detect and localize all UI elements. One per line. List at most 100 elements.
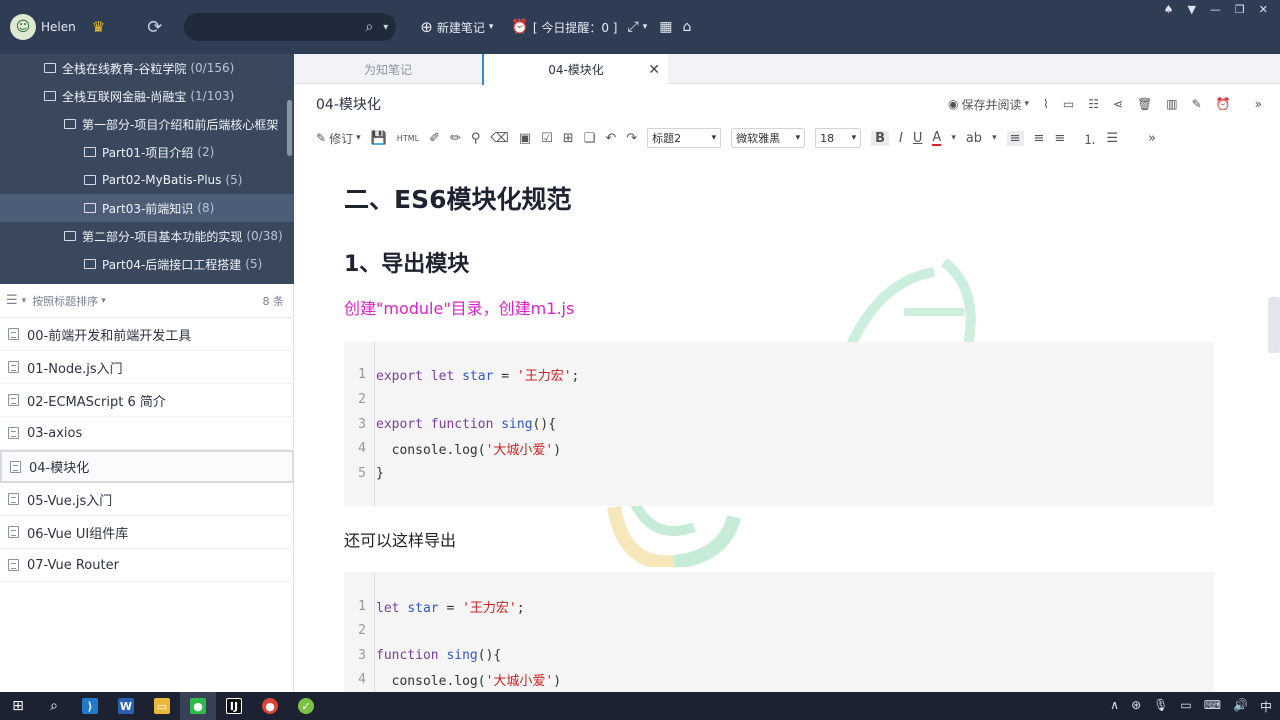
close-icon[interactable]: ✕ xyxy=(1259,3,1268,16)
pen-icon[interactable]: ✐ xyxy=(429,131,440,146)
word-icon[interactable]: W xyxy=(108,692,144,720)
code-block[interactable]: 1 export let star = '王力宏'; 2 3 export func… xyxy=(344,342,1214,506)
undo-icon[interactable]: ↶ xyxy=(605,131,616,146)
attachment-icon[interactable]: ⌇ xyxy=(1043,97,1049,111)
save-icon[interactable]: 💾 xyxy=(371,131,387,146)
note-title-input[interactable]: 04-模块化 xyxy=(316,94,381,114)
tree-item[interactable]: Part01-项目介绍 (2) xyxy=(0,138,294,166)
volume-icon[interactable]: 🔊 xyxy=(1233,698,1248,715)
tag-icon[interactable]: ✎ xyxy=(1192,97,1202,111)
intellij-icon[interactable]: IJ xyxy=(216,692,252,720)
list-item[interactable]: 01-Node.js入门 xyxy=(0,351,294,384)
save-read-button[interactable]: ◉ 保存并阅读 ▾ xyxy=(948,96,1029,113)
chevron-down-icon[interactable]: ▾ xyxy=(643,22,648,32)
search-box[interactable]: ⌕ ▾ xyxy=(184,13,397,41)
alarm-icon[interactable]: ⏰ xyxy=(1216,97,1231,111)
tree-item[interactable]: 全栈互联网金融-尚融宝 (1/103) xyxy=(0,82,294,110)
expand-icon[interactable]: ⤢ xyxy=(627,19,638,35)
chevron-down-icon[interactable]: ▾ xyxy=(383,22,388,33)
microphone-icon[interactable]: 🎙 xyxy=(1153,698,1168,715)
highlighter-icon[interactable]: ✏ xyxy=(450,131,461,146)
user-name[interactable]: Helen xyxy=(41,20,76,34)
sync-icon[interactable]: ⟳ xyxy=(147,17,162,38)
tree-item[interactable]: 第二部分-项目基本功能的实现 (0/38) xyxy=(0,222,294,250)
checkbox-icon[interactable]: ☑ xyxy=(541,131,553,146)
sort-button[interactable]: 按照标题排序 xyxy=(32,293,98,309)
chevron-down-icon[interactable]: ▾ xyxy=(101,296,106,306)
table-icon[interactable]: ⊞ xyxy=(563,131,574,146)
close-tab-icon[interactable]: ✕ xyxy=(648,62,660,78)
code-block[interactable]: 1 let star = '王力宏'; 2 3 function sing(){ 4… xyxy=(344,572,1214,692)
grid-icon[interactable]: ▦ xyxy=(659,19,672,35)
editor-content[interactable]: 二、ES6模块化规范 1、导出模块 创建"module"目录，创建m1.js 1… xyxy=(294,152,1280,692)
font-size-select[interactable]: 18 ▾ xyxy=(815,128,862,148)
search-icon[interactable]: ⌕ xyxy=(365,19,373,35)
more-icon[interactable]: » xyxy=(1255,97,1262,111)
tree-item[interactable]: 第一部分-项目介绍和前后端核心框架 xyxy=(0,110,294,138)
revise-button[interactable]: ✎ 修订 ▾ xyxy=(316,130,361,147)
paste-icon[interactable]: ❏ xyxy=(584,131,596,146)
list-item-selected[interactable]: 04-模块化 xyxy=(0,450,294,483)
align-right-icon[interactable]: ≡ xyxy=(1054,131,1065,146)
avatar[interactable]: ☺ xyxy=(10,14,36,40)
restore-icon[interactable]: ❐ xyxy=(1235,3,1245,16)
vip-crown-icon[interactable]: ♛ xyxy=(92,18,105,36)
heading-select[interactable]: 标题2 ▾ xyxy=(647,128,722,148)
tree-item[interactable]: Part04-后端接口工程搭建 (5) xyxy=(0,250,294,278)
list-item[interactable]: 05-Vue.js入门 xyxy=(0,483,294,516)
comment-icon[interactable]: ▭ xyxy=(1063,97,1074,111)
home-icon[interactable]: ⌂ xyxy=(682,19,691,35)
list-item[interactable]: 00-前端开发和前端开发工具 xyxy=(0,318,294,351)
delete-icon[interactable]: 🗑 xyxy=(1137,97,1152,111)
tab-wiznote[interactable]: 为知笔记 xyxy=(294,54,482,84)
tree-item[interactable]: Part02-MyBatis-Plus (5) xyxy=(0,166,294,194)
html-icon[interactable]: HTML xyxy=(397,134,419,143)
chevron-down-icon[interactable]: ▾ xyxy=(22,296,27,306)
reminder-button[interactable]: ⏰ [ 今日提醒：0 ] xyxy=(511,19,617,36)
align-center-icon[interactable]: ≡ xyxy=(1034,131,1045,146)
menu-icon[interactable]: ▼ xyxy=(1187,3,1195,16)
highlight-color-icon[interactable]: ab xyxy=(966,131,982,146)
history-icon[interactable]: ☷ xyxy=(1088,97,1099,111)
list-item[interactable]: 06-Vue UI组件库 xyxy=(0,516,294,549)
chevron-up-icon[interactable]: ∧ xyxy=(1110,698,1119,715)
list-item[interactable]: 07-Vue Router xyxy=(0,549,294,582)
format-painter-icon[interactable]: ⚲ xyxy=(471,131,481,146)
eraser-icon[interactable]: ⌫ xyxy=(490,131,508,146)
ordered-list-icon[interactable]: ⒈ xyxy=(1083,129,1096,148)
list-item[interactable]: 02-ECMAScript 6 简介 xyxy=(0,384,294,417)
windows-start-icon[interactable]: ⊞ xyxy=(0,692,36,720)
list-item[interactable]: 03-axios xyxy=(0,417,294,450)
editor-scrollbar[interactable] xyxy=(1268,297,1280,353)
chrome-icon[interactable]: ● xyxy=(252,692,288,720)
font-select[interactable]: 微软雅黑 ▾ xyxy=(731,128,806,148)
search-icon[interactable]: ⌕ xyxy=(36,692,72,720)
layout-icon[interactable]: ▥ xyxy=(1166,97,1177,111)
more-tools-icon[interactable]: » xyxy=(1148,131,1156,146)
chevron-down-icon[interactable]: ▾ xyxy=(992,133,997,143)
tab-active-note[interactable]: 04-模块化 ✕ xyxy=(482,54,668,85)
underline-icon[interactable]: U xyxy=(913,131,923,146)
display-icon[interactable]: ▭ xyxy=(1180,698,1191,715)
network-sync-icon[interactable]: ⊛ xyxy=(1131,698,1141,715)
wechat-icon[interactable]: ● xyxy=(180,692,216,720)
file-explorer-icon[interactable]: ▭ xyxy=(144,692,180,720)
tree-item[interactable]: 全栈在线教育-谷粒学院 (0/156) xyxy=(0,54,294,82)
tree-scrollbar[interactable] xyxy=(287,100,292,156)
list-view-icon[interactable]: ☰ xyxy=(6,293,18,308)
vscode-icon[interactable]: ⟩ xyxy=(72,692,108,720)
ime-indicator[interactable]: 中 xyxy=(1260,698,1272,715)
align-left-icon[interactable]: ≡ xyxy=(1006,130,1024,146)
chevron-down-icon[interactable]: ▾ xyxy=(951,133,956,143)
font-color-icon[interactable]: A xyxy=(932,131,942,146)
wiznote-icon[interactable]: ✓ xyxy=(288,692,324,720)
image-icon[interactable]: ▣ xyxy=(519,131,531,146)
bold-icon[interactable]: B xyxy=(871,130,890,146)
share-icon[interactable]: ⋖ xyxy=(1113,97,1123,111)
keyboard-icon[interactable]: ⌨ xyxy=(1204,698,1221,715)
tree-item-selected[interactable]: Part03-前端知识 (8) xyxy=(0,194,294,222)
minimize-icon[interactable]: — xyxy=(1210,3,1221,16)
italic-icon[interactable]: I xyxy=(899,131,903,146)
new-note-button[interactable]: ⊕ 新建笔记 ▾ xyxy=(420,18,493,36)
bullet-list-icon[interactable]: ☰ xyxy=(1106,131,1118,146)
